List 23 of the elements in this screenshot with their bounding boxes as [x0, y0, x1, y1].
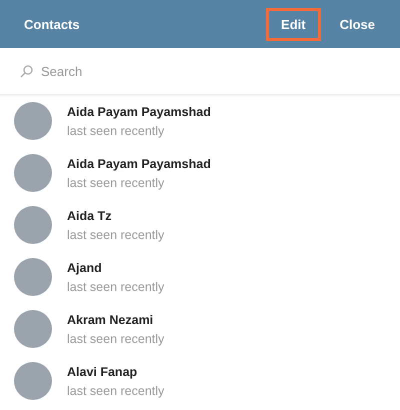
- avatar-placeholder: [14, 206, 52, 244]
- contact-status: last seen recently: [67, 176, 166, 190]
- search-icon: [20, 64, 33, 78]
- avatar-placeholder: [14, 102, 52, 140]
- contact-status: last seen recently: [67, 228, 164, 242]
- contact-name: Ajand: [67, 260, 103, 274]
- contact-status: last seen recently: [67, 384, 164, 398]
- contact-status: last seen recently: [67, 280, 164, 294]
- contact-name: Aida Tz: [67, 208, 112, 222]
- avatar-placeholder: [14, 154, 52, 192]
- contact-name: Akram Nezami: [67, 312, 154, 326]
- header-button[interactable]: Close: [324, 8, 390, 40]
- contact-name: Aida Payam Payamshad: [67, 156, 211, 170]
- avatar-placeholder: [14, 310, 52, 348]
- contact-name: Alavi Fanap: [67, 364, 138, 378]
- header-button[interactable]: Edit: [266, 8, 321, 40]
- contact-status: last seen recently: [67, 124, 166, 138]
- avatar-placeholder: [14, 362, 52, 400]
- contact-status: last seen recently: [67, 332, 164, 346]
- avatar-placeholder: [14, 258, 52, 296]
- contact-name: Aida Payam Payamshad: [67, 104, 211, 118]
- search-field[interactable]: Search: [39, 62, 380, 80]
- window-title: Contacts: [24, 16, 81, 32]
